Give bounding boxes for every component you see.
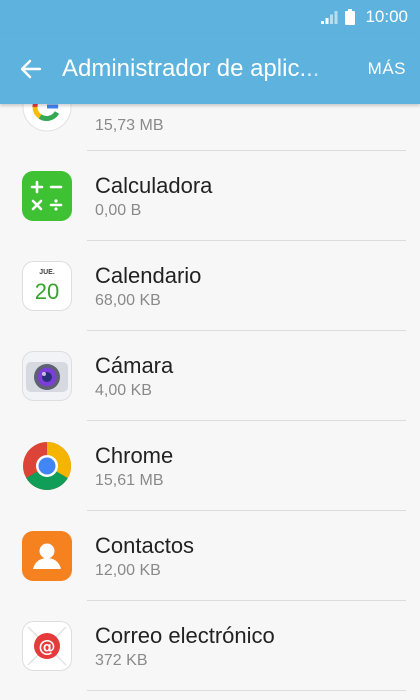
calendar-day-label: JUE. (39, 269, 55, 276)
app-size: 68,00 KB (95, 292, 161, 309)
calendar-date-label: 20 (35, 279, 59, 304)
app-name: Contactos (95, 533, 195, 558)
app-list: 15,73 MB Calculadora 0,00 B JUE. 20 Cale… (0, 104, 420, 691)
battery-icon (345, 9, 356, 25)
page-title: Administrador de aplic... (62, 55, 320, 82)
app-name: Chrome (95, 443, 174, 468)
back-arrow-icon (20, 59, 42, 79)
app-name: Cámara (95, 353, 174, 378)
app-name: Correo electrónico (95, 623, 275, 648)
status-bar: 10:00 (0, 0, 420, 34)
app-size: 12,00 KB (95, 562, 161, 579)
app-size: 15,61 MB (95, 472, 164, 489)
app-name: Calendario (95, 263, 202, 288)
svg-text:@: @ (39, 637, 56, 657)
camera-icon (22, 351, 72, 401)
google-icon (22, 104, 72, 132)
app-name: Calculadora (95, 173, 213, 198)
chrome-icon (23, 442, 72, 491)
clock: 10:00 (365, 7, 408, 26)
contacts-icon (22, 531, 72, 581)
list-item-camara[interactable]: Cámara 4,00 KB (0, 331, 420, 421)
app-bar: Administrador de aplic... MÁS (0, 34, 420, 104)
email-icon: @ (22, 621, 72, 671)
app-size: 372 KB (95, 652, 148, 669)
list-item-calculadora[interactable]: Calculadora 0,00 B (0, 151, 420, 241)
list-item-contactos[interactable]: Contactos 12,00 KB (0, 511, 420, 601)
back-button[interactable] (0, 34, 62, 104)
app-size: 4,00 KB (95, 382, 152, 399)
more-button[interactable]: MÁS (368, 34, 406, 104)
list-item-chrome[interactable]: Chrome 15,61 MB (0, 421, 420, 511)
list-item-calendario[interactable]: JUE. 20 Calendario 68,00 KB (0, 241, 420, 331)
app-size: 0,00 B (95, 202, 142, 219)
signal-icon (321, 11, 338, 24)
calendar-icon: JUE. 20 (22, 261, 72, 311)
list-item-correo[interactable]: @ Correo electrónico 372 KB (0, 601, 420, 691)
calculator-icon (22, 171, 72, 221)
app-size: 15,73 MB (95, 117, 164, 134)
list-item[interactable]: 15,73 MB (0, 104, 420, 151)
